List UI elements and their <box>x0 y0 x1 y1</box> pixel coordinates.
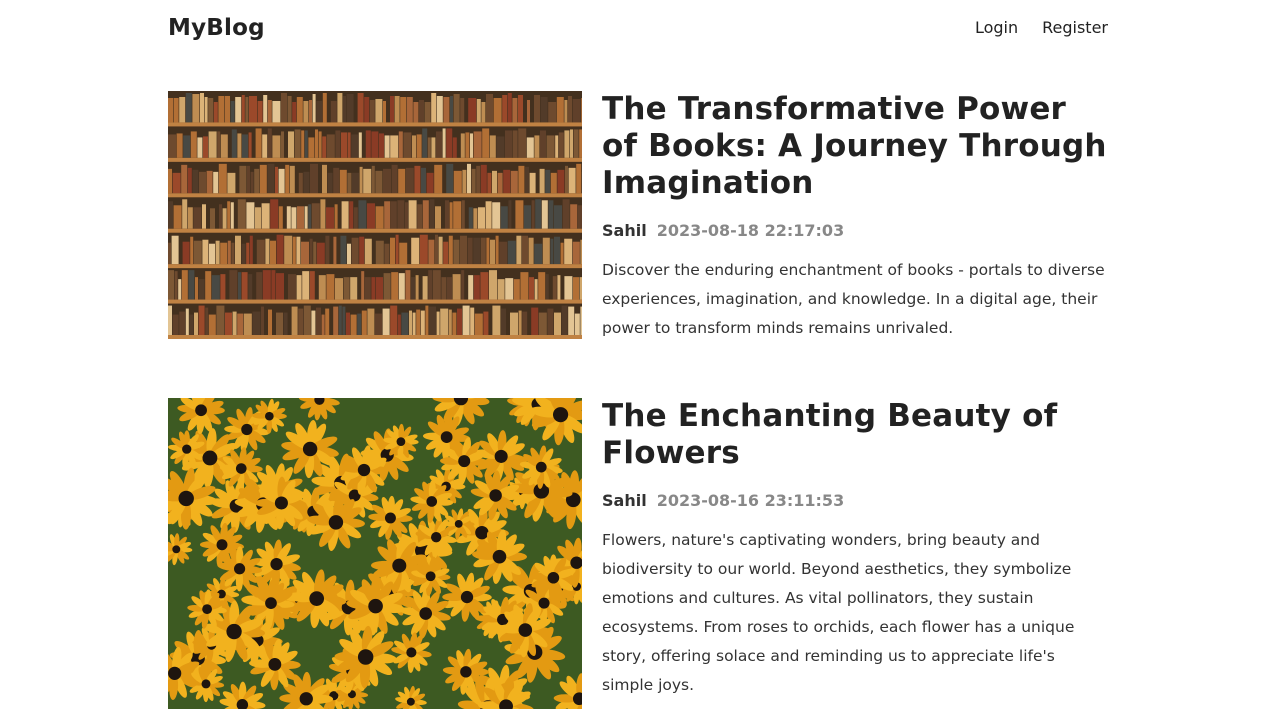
post-meta: Sahil 2023-08-18 22:17:03 <box>602 221 1108 240</box>
post-author: Sahil <box>602 221 647 240</box>
page-container: MyBlog Login Register The Transformative… <box>168 0 1108 709</box>
post-summary: Discover the enduring enchantment of boo… <box>602 261 1105 337</box>
post-item: The Enchanting Beauty of Flowers Sahil 2… <box>168 398 1108 709</box>
header-nav: Login Register <box>975 18 1108 37</box>
post-date: 2023-08-16 23:11:53 <box>656 491 845 510</box>
post-meta: Sahil 2023-08-16 23:11:53 <box>602 491 1108 510</box>
site-header: MyBlog Login Register <box>168 0 1108 55</box>
flowers-image <box>168 398 582 709</box>
post-title-link[interactable]: The Transformative Power of Books: A Jou… <box>602 91 1108 202</box>
post-info: The Transformative Power of Books: A Jou… <box>602 91 1108 343</box>
post-thumbnail-flowers[interactable] <box>168 398 582 709</box>
post-author: Sahil <box>602 491 647 510</box>
post-title-link[interactable]: The Enchanting Beauty of Flowers <box>602 398 1108 472</box>
post-item: The Transformative Power of Books: A Jou… <box>168 91 1108 343</box>
post-summary: Flowers, nature's captivating wonders, b… <box>602 531 1075 694</box>
register-link[interactable]: Register <box>1042 18 1108 37</box>
site-logo[interactable]: MyBlog <box>168 15 265 41</box>
post-info: The Enchanting Beauty of Flowers Sahil 2… <box>602 398 1108 709</box>
post-list: The Transformative Power of Books: A Jou… <box>168 91 1108 709</box>
bookshelf-image <box>168 91 582 339</box>
login-link[interactable]: Login <box>975 18 1018 37</box>
post-thumbnail-bookshelf[interactable] <box>168 91 582 339</box>
post-date: 2023-08-18 22:17:03 <box>656 221 845 240</box>
